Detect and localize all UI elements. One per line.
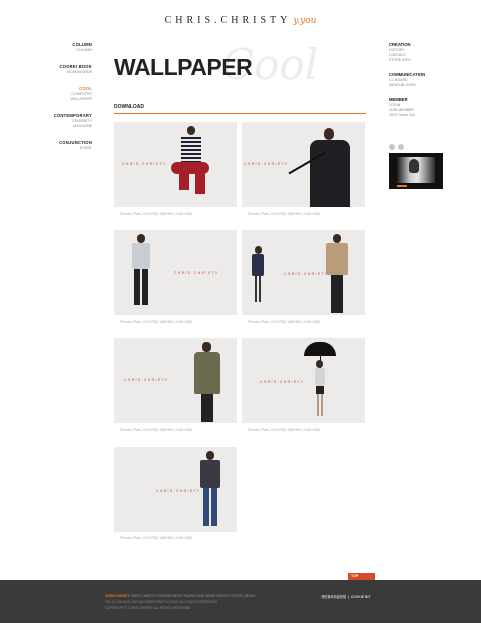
twitter-icon[interactable] (398, 144, 404, 150)
nav-group-conjunction: CONJUNCTION EVENT (40, 140, 92, 151)
left-nav: COLUMN COLUMN COOREI BOOK MONOWORDS COOL… (40, 42, 92, 162)
wallpaper-brand: CHRIS.CHRISTY (122, 162, 167, 166)
nav-link-monowords[interactable]: MONOWORDS (40, 70, 92, 75)
wallpaper-download-links[interactable]: IPhone | iPad | 1024*768 | 1280*800 | 14… (248, 320, 320, 324)
wallpaper-brand: CHRIS.CHRISTY (156, 489, 201, 493)
site-logo[interactable]: CHRIS.CHRISTY y.you (0, 15, 481, 26)
nav-group-member: MEMBER LOGIN JOIN MEMBER 2013 Thank You (389, 97, 449, 118)
nav-group-coorei-book: COOREI BOOK MONOWORDS (40, 64, 92, 75)
footer-contact: TEL 02-733-4100 | INFO@CHRISCHRISTY.CO.K… (105, 600, 217, 604)
footer-address: CHRIS CHRISTY INTERIOR WRITE SHAPES AND … (130, 594, 256, 598)
privacy-policy-link[interactable]: 개인정보취급방침 (321, 595, 346, 599)
wallpaper-thumb-5[interactable]: CHRIS.CHRISTY (114, 338, 237, 423)
nav-link-event[interactable]: EVENT (40, 146, 92, 151)
nav-link-store-info[interactable]: STORE INFO (389, 58, 449, 63)
page-title: WALLPAPER (114, 54, 253, 80)
footer-company-line: CHRIS.CHRISTY CHRIS CHRISTY INTERIOR WRI… (105, 594, 256, 598)
nav-group-cool: COOL COMPUTER WALLPAPER (40, 86, 92, 102)
video-figure (409, 159, 419, 173)
wallpaper-thumb-7[interactable]: CHRIS.CHRISTY (114, 447, 237, 532)
site-footer: CHRIS.CHRISTY CHRIS CHRISTY INTERIOR WRI… (0, 580, 481, 623)
wallpaper-download-links[interactable]: IPhone | iPad | 1024*768 | 1280*800 | 14… (120, 428, 192, 432)
wallpaper-download-links[interactable]: IPhone | iPad | 1024*768 | 1280*800 | 14… (120, 212, 192, 216)
cookie-bit-link[interactable]: COOKIE BIT (351, 595, 371, 599)
wallpaper-brand: CHRIS.CHRISTY (260, 380, 305, 384)
nav-group-column: COLUMN COLUMN (40, 42, 92, 53)
nav-link-wallpaper[interactable]: WALLPAPER (40, 97, 92, 102)
wallpaper-thumb-3[interactable]: CHRIS.CHRISTY (114, 230, 237, 315)
right-nav: CREATION HISTORY CONTACT STORE INFO COMM… (389, 42, 449, 127)
video-progress-bar (397, 185, 407, 187)
wallpaper-download-links[interactable]: IPhone | iPad | 1024*768 | 1280*800 | 14… (120, 536, 192, 540)
facebook-icon[interactable] (389, 144, 395, 150)
nav-link-column[interactable]: COLUMN (40, 48, 92, 53)
wallpaper-brand: CHRIS.CHRISTY (284, 272, 329, 276)
video-thumbnail[interactable] (389, 153, 443, 189)
nav-link-magazine[interactable]: MAGAZINE (40, 124, 92, 129)
nav-link-news-bloger[interactable]: NEWS-BLOGER (389, 83, 449, 88)
wallpaper-download-links[interactable]: IPhone | iPad | 1024*768 | 1280*800 | 14… (248, 212, 320, 216)
footer-copyright: COPYRIGHT © CHRIS.CHRISTY ALL RIGHTS RES… (105, 606, 191, 610)
section-divider (114, 113, 366, 114)
nav-link-thank-you[interactable]: 2013 Thank You (389, 113, 449, 118)
wallpaper-download-links[interactable]: IPhone | iPad | 1024*768 | 1280*800 | 14… (248, 428, 320, 432)
nav-group-creation: CREATION HISTORY CONTACT STORE INFO (389, 42, 449, 63)
footer-links: 개인정보취급방침 | COOKIE BIT (321, 595, 371, 599)
logo-text: CHRIS.CHRISTY (164, 15, 292, 26)
wallpaper-thumb-1[interactable]: CHRIS.CHRISTY (114, 122, 237, 207)
nav-group-communication: COMMUNICATION 1:1 BOARD NEWS-BLOGER (389, 72, 449, 88)
wallpaper-download-links[interactable]: IPhone | iPad | 1024*768 | 1280*800 | 14… (120, 320, 192, 324)
wallpaper-thumb-4[interactable]: CHRIS.CHRISTY (242, 230, 365, 315)
logo-sub: y.you (293, 16, 317, 26)
wallpaper-thumb-6[interactable]: CHRIS.CHRISTY (242, 338, 365, 423)
wallpaper-thumb-2[interactable]: CHRIS.CHRISTY (242, 122, 365, 207)
nav-group-contemporary: CONTEMPORARY CELEBRITY MAGAZINE (40, 113, 92, 129)
section-heading: DOWNLOAD (114, 104, 144, 110)
top-button[interactable]: TOP (348, 573, 375, 580)
wallpaper-brand: CHRIS.CHRISTY (124, 378, 169, 382)
wallpaper-brand: CHRIS.CHRISTY (244, 162, 289, 166)
wallpaper-brand: CHRIS.CHRISTY (174, 271, 219, 275)
footer-brand: CHRIS.CHRISTY (105, 594, 130, 598)
